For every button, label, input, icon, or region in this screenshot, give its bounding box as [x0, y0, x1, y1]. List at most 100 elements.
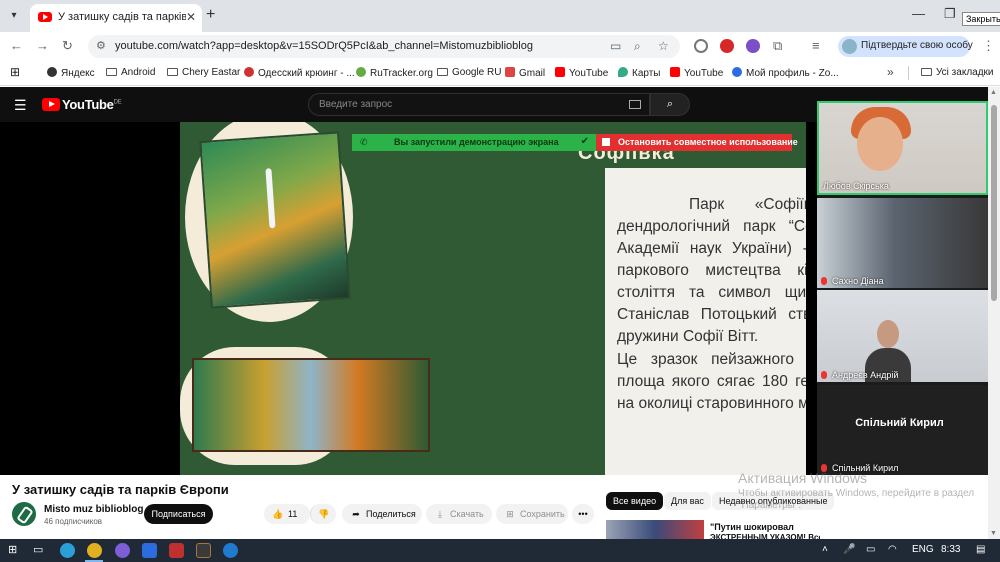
- participant-tile[interactable]: Любов Скірська: [817, 101, 988, 195]
- url-text[interactable]: youtube.com/watch?app=desktop&v=15SODrQ5…: [115, 40, 533, 52]
- video-title: У затишку садів та парків Європи: [12, 482, 229, 497]
- notifications-icon[interactable]: ▤: [976, 544, 985, 555]
- search-button[interactable]: ⌕: [650, 93, 690, 116]
- minimize-icon[interactable]: —: [912, 6, 925, 21]
- bookmark-maps[interactable]: Карты: [618, 67, 661, 79]
- bookmark-youtube-1[interactable]: YouTube: [555, 67, 608, 79]
- recommended-video-title[interactable]: "Путин шокировал: [710, 522, 794, 532]
- participant-tile[interactable]: Андреєв Андрій: [817, 290, 988, 382]
- media-app-icon[interactable]: [169, 543, 184, 558]
- network-icon[interactable]: ▭: [866, 544, 875, 555]
- edge-icon[interactable]: [223, 543, 238, 558]
- bookmark-chery-eastar[interactable]: Chery Eastar: [167, 67, 240, 78]
- recommended-video-thumbnail[interactable]: [606, 520, 704, 539]
- task-view-icon[interactable]: ▭: [33, 543, 43, 556]
- youtube-logo-icon[interactable]: [42, 98, 60, 111]
- viber-icon[interactable]: [115, 543, 130, 558]
- bookmark-youtube-2[interactable]: YouTube: [670, 67, 723, 79]
- restore-icon[interactable]: ❐: [944, 6, 956, 22]
- stop-sharing-button[interactable]: Остановить совместное использование: [596, 134, 798, 151]
- media-queue-icon[interactable]: ≡: [812, 38, 820, 53]
- back-icon[interactable]: ←: [10, 38, 23, 53]
- new-tab-icon[interactable]: +: [206, 6, 215, 24]
- menu-hamburger-icon[interactable]: ☰: [14, 97, 27, 114]
- winamp-icon[interactable]: [196, 543, 211, 558]
- slide-paragraph-1: Парк «Софіївка» (Національний дендрологі…: [617, 196, 806, 345]
- chip-all-videos[interactable]: Все видео: [606, 492, 664, 510]
- participant-name: Андреєв Андрій: [832, 370, 899, 380]
- video-player[interactable]: Софіївка Парк «Софіївка» (Національний д…: [0, 122, 817, 475]
- like-button[interactable]: 👍 11: [264, 504, 310, 524]
- profile-button[interactable]: Підтвердьте свою особу: [838, 36, 973, 57]
- participant-video: [857, 117, 903, 171]
- more-actions-button[interactable]: •••: [572, 504, 594, 524]
- opera-extension-icon[interactable]: [720, 39, 734, 53]
- chrome-icon[interactable]: [87, 543, 102, 558]
- channel-name[interactable]: Misto muz biblioblog: [44, 504, 143, 515]
- address-bar[interactable]: ⚙ youtube.com/watch?app=desktop&v=15SODr…: [88, 35, 680, 58]
- telegram-icon[interactable]: [60, 543, 75, 558]
- windows-activation-title: Активация Windows: [738, 470, 868, 486]
- reload-icon[interactable]: ↻: [62, 38, 73, 54]
- forward-icon[interactable]: →: [36, 38, 49, 53]
- save-button[interactable]: ⊞ Сохранить: [496, 504, 568, 524]
- bookmarks-divider: [908, 66, 909, 80]
- stop-sharing-label: Остановить совместное использование: [618, 137, 798, 147]
- firefox-extension-icon[interactable]: [746, 39, 760, 53]
- bookmark-zoom-profile[interactable]: Мой профиль - Zo...: [732, 67, 839, 79]
- wifi-icon[interactable]: ◠: [888, 544, 897, 555]
- share-button[interactable]: ➦ Поделиться: [342, 504, 422, 524]
- search-input[interactable]: Введите запрос: [308, 93, 650, 116]
- bookmark-yandex[interactable]: Яндекс: [47, 67, 95, 79]
- chip-for-you[interactable]: Для вас: [664, 492, 711, 510]
- participant-tile[interactable]: Спільний Кирил Спільний Кирил: [817, 385, 988, 475]
- mic-muted-icon: [821, 277, 827, 285]
- bookmark-gmail[interactable]: Gmail: [505, 67, 545, 79]
- subscribe-button[interactable]: Подписаться: [144, 504, 213, 524]
- more-bookmarks-icon[interactable]: »: [887, 65, 894, 79]
- youtube-icon: [555, 67, 565, 77]
- keyboard-icon[interactable]: [629, 100, 641, 109]
- windows-start-icon[interactable]: ⊞: [8, 543, 17, 556]
- participant-tile[interactable]: Сахно Діана: [817, 198, 988, 288]
- clock[interactable]: 8:33: [941, 544, 960, 555]
- tab-search-icon[interactable]: ▾: [6, 8, 22, 24]
- youtube-favicon-icon: [38, 12, 52, 22]
- profile-label: Підтвердьте свою особу: [861, 40, 973, 51]
- browser-menu-icon[interactable]: ⋮: [982, 38, 995, 54]
- channel-avatar[interactable]: [12, 502, 36, 526]
- tray-chevron-icon[interactable]: ˄: [822, 544, 828, 555]
- scrollbar-thumb[interactable]: [991, 105, 997, 301]
- windows-activation-text: Чтобы активировать Windows, перейдите в …: [738, 488, 975, 511]
- thumbs-up-icon: 👍: [272, 509, 284, 519]
- bookmark-odessa-crewing[interactable]: Одесский крюинг - ...: [244, 67, 355, 79]
- microphone-icon[interactable]: 🎤: [843, 544, 855, 555]
- youtube-logo-text[interactable]: YouTubeDE: [62, 97, 122, 112]
- gmail-icon: [505, 67, 515, 77]
- scroll-up-icon[interactable]: ▲: [990, 89, 997, 96]
- download-icon: ⤓: [438, 509, 442, 519]
- download-button[interactable]: ⤓ Скачать: [426, 504, 492, 524]
- globe-extension-icon[interactable]: [694, 39, 708, 53]
- site-info-icon[interactable]: ⚙: [96, 39, 106, 52]
- rutracker-icon: [356, 67, 366, 77]
- video-info: У затишку садів та парків Європи Misto m…: [0, 470, 988, 539]
- page-scrollbar[interactable]: ▲ ▼: [988, 87, 1000, 539]
- scroll-down-icon[interactable]: ▼: [990, 530, 997, 537]
- apps-grid-icon[interactable]: ⊞: [10, 65, 20, 79]
- bookmark-google-ru[interactable]: Google RU: [437, 67, 501, 78]
- zoom-app-icon[interactable]: [142, 543, 157, 558]
- bookmark-android[interactable]: Android: [106, 67, 155, 78]
- tab-close-icon[interactable]: ✕: [186, 10, 196, 24]
- bookmarks-bar: ⊞ Яндекс Android Chery Eastar Одесский к…: [0, 60, 1000, 86]
- all-bookmarks[interactable]: Усі закладки: [921, 67, 994, 78]
- dislike-button[interactable]: 👎: [310, 504, 336, 524]
- bookmark-rutracker[interactable]: RuTracker.org: [356, 67, 433, 79]
- cast-icon[interactable]: ▭: [610, 39, 621, 53]
- zoom-icon[interactable]: ⌕: [634, 39, 641, 54]
- extensions-puzzle-icon[interactable]: ⧉: [773, 38, 782, 54]
- browser-tab-active[interactable]: У затишку садів та парків Європ ✕: [30, 4, 202, 32]
- browser-tab-strip: ▾ У затишку садів та парків Європ ✕ + — …: [0, 0, 1000, 32]
- language-indicator[interactable]: ENG: [912, 544, 934, 555]
- bookmark-star-icon[interactable]: ☆: [658, 39, 669, 53]
